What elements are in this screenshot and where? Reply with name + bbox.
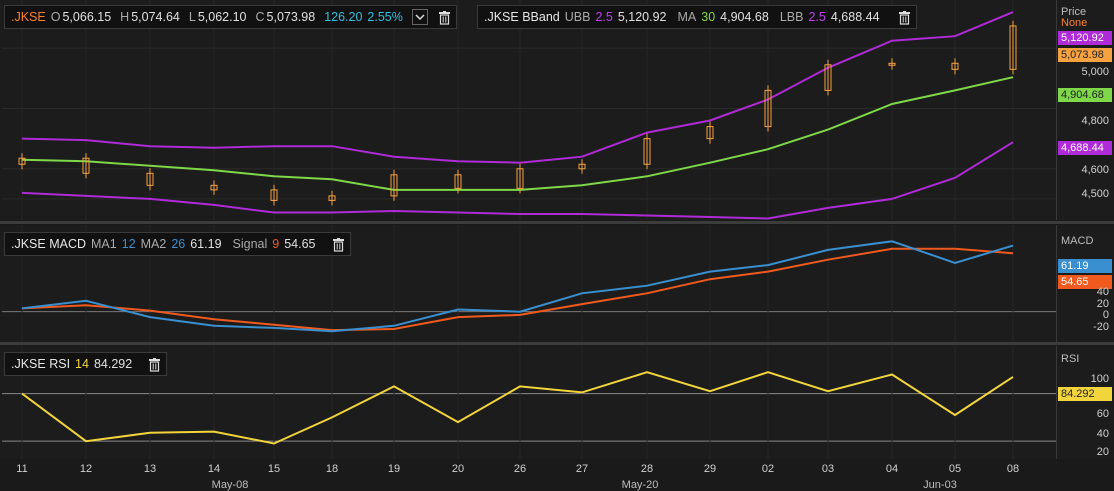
ma-label: MA: [677, 10, 697, 24]
date-tick: 29: [703, 463, 717, 475]
lbb-label: LBB: [779, 10, 804, 24]
lbb-param: 2.5: [808, 10, 826, 24]
rsi-value-tag: 84.292: [1058, 387, 1112, 401]
date-tick: 05: [948, 463, 962, 475]
trash-icon[interactable]: [438, 10, 450, 25]
rsi-tick: 60: [1096, 408, 1109, 420]
macd-axis-title: MACD: [1061, 235, 1094, 247]
date-tick: 02: [761, 463, 775, 475]
macd-tick: 0: [1102, 309, 1109, 321]
date-tick: 14: [207, 463, 221, 475]
price-tick: 5,000: [1081, 66, 1109, 78]
change-value: 126.20: [324, 10, 363, 24]
rsi-param: 14: [75, 357, 89, 371]
macd-tick: -20: [1093, 321, 1109, 333]
lbb-value: 4,688.44: [830, 10, 880, 24]
macd-value-tag: 61.19: [1058, 259, 1112, 273]
symbol-label: .JKSE: [11, 10, 46, 24]
ma-param: 30: [701, 10, 716, 24]
macd-tick: 40: [1096, 286, 1109, 298]
month-label: May-08: [211, 479, 249, 491]
date-tick: 13: [143, 463, 157, 475]
signal-value: 54.65: [284, 237, 316, 251]
close-label: C: [255, 10, 265, 24]
date-tick: 26: [513, 463, 527, 475]
date-tick: 12: [79, 463, 93, 475]
price-tick: 4,500: [1081, 188, 1109, 200]
lbb-price-tag: 4,688.44: [1058, 141, 1112, 155]
low-label: L: [188, 10, 196, 24]
date-tick: 04: [885, 463, 899, 475]
macd-axis[interactable]: MACD 61.19 54.65 40 20 0 -20: [1056, 225, 1114, 342]
change-pct-value: 2.55%: [367, 10, 403, 24]
ubb-param: 2.5: [595, 10, 613, 24]
high-value: 5,074.64: [131, 10, 180, 24]
ma1-param: 12: [121, 237, 136, 251]
ubb-price-tag: 5,120.92: [1058, 31, 1112, 45]
open-label: O: [50, 10, 61, 24]
trash-icon[interactable]: [332, 237, 344, 252]
price-pane: Price None 5,120.92 5,073.98 5,000 4,904…: [0, 0, 1114, 220]
bband-name: .JKSE BBand: [484, 10, 560, 24]
pane-divider[interactable]: [0, 342, 1114, 345]
price-axis[interactable]: Price None 5,120.92 5,073.98 5,000 4,904…: [1056, 0, 1114, 220]
time-axis[interactable]: 11 12 13 14 15 18 19 20 26 27 28 29 02 03 04 05 08 May-08…: [0, 459, 1114, 491]
open-value: 5,066.15: [62, 10, 112, 24]
chevron-down-icon[interactable]: [411, 9, 428, 25]
signal-label: Signal: [232, 237, 268, 251]
date-tick: 03: [821, 463, 835, 475]
rsi-legend[interactable]: .JKSE RSI 14 84.292: [4, 352, 168, 376]
date-tick: 11: [16, 463, 28, 475]
date-tick: 28: [640, 463, 654, 475]
ma-price-tag: 4,904.68: [1058, 88, 1112, 102]
ubb-value: 5,120.92: [617, 10, 667, 24]
rsi-value: 84.292: [93, 357, 133, 371]
series-signal-line: [21, 247, 1014, 332]
rsi-axis-title: RSI: [1061, 353, 1080, 365]
pane-divider[interactable]: [0, 221, 1114, 224]
price-tick: 4,800: [1081, 115, 1109, 127]
date-tick: 08: [1006, 463, 1020, 475]
rsi-tick: 100: [1090, 373, 1109, 385]
series-ubb-line: [21, 11, 1014, 164]
rsi-axis[interactable]: RSI 100 84.292 60 40 20: [1056, 346, 1114, 459]
month-label: Jun-03: [923, 479, 957, 491]
rsi-tick: 40: [1096, 428, 1109, 440]
price-chart: [2, 0, 1056, 220]
date-tick: 20: [451, 463, 465, 475]
price-tick: 4,600: [1081, 164, 1109, 176]
rsi-pane: RSI 100 84.292 60 40 20 .JKSE RSI 14 84.…: [0, 346, 1114, 459]
date-tick: 18: [325, 463, 339, 475]
ma2-label: MA2: [140, 237, 167, 251]
ma1-label: MA1: [91, 237, 117, 251]
macd-pane: MACD 61.19 54.65 40 20 0 -20 .JKSE MACD …: [0, 225, 1114, 342]
series-rsi-line: [21, 371, 1014, 445]
ma2-param: 26: [171, 237, 186, 251]
date-tick: 15: [267, 463, 281, 475]
price-axis-subtitle: None: [1061, 17, 1088, 29]
trash-icon[interactable]: [149, 357, 161, 372]
macd-name: .JKSE MACD: [11, 237, 87, 251]
trash-icon[interactable]: [898, 10, 910, 25]
date-tick: 27: [575, 463, 589, 475]
close-value: 5,073.98: [266, 10, 316, 24]
high-label: H: [120, 10, 130, 24]
rsi-tick: 20: [1096, 446, 1109, 458]
ma-value: 4,904.68: [720, 10, 769, 24]
signal-param: 9: [272, 237, 280, 251]
month-label: May-20: [621, 479, 659, 491]
bband-legend[interactable]: .JKSE BBand UBB 2.5 5,120.92 MA 30 4,904…: [477, 5, 917, 29]
price-plot[interactable]: [2, 0, 1056, 220]
macd-value: 61.19: [190, 237, 222, 251]
price-legend[interactable]: .JKSE O 5,066.15 H 5,074.64 L 5,062.10 C 5,0…: [4, 5, 457, 29]
close-price-tag: 5,073.98: [1058, 48, 1112, 62]
ubb-label: UBB: [564, 10, 591, 24]
rsi-name: .JKSE RSI: [11, 357, 71, 371]
date-tick: 19: [387, 463, 401, 475]
low-value: 5,062.10: [197, 10, 247, 24]
macd-legend[interactable]: .JKSE MACD MA1 12 MA2 26 61.19 Signal 9 …: [4, 232, 351, 256]
